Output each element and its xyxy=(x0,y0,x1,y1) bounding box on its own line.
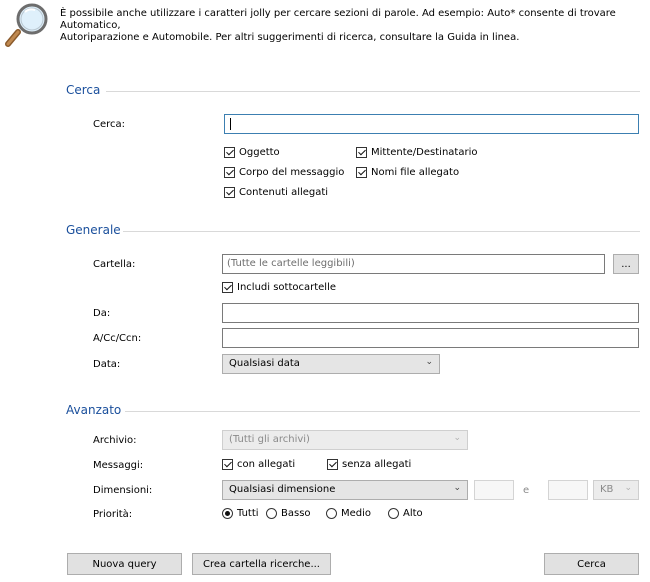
radio-priority-medio[interactable]: Medio xyxy=(326,508,371,519)
section-title-cerca: Cerca xyxy=(66,83,101,97)
search-label: Cerca: xyxy=(93,119,126,130)
size-dropdown-value: Qualsiasi dimensione xyxy=(229,484,336,495)
checkbox-label: Nomi file allegato xyxy=(371,167,460,178)
size-label: Dimensioni: xyxy=(93,485,153,496)
checkbox-oggetto[interactable]: Oggetto xyxy=(224,147,280,158)
checkbox-label: Mittente/Destinatario xyxy=(371,147,478,158)
date-dropdown[interactable]: Qualsiasi data ⌄ xyxy=(222,354,440,374)
chevron-down-icon: ⌄ xyxy=(425,357,433,367)
search-button[interactable]: Cerca xyxy=(544,553,639,575)
checkbox-senza-allegati[interactable]: senza allegati xyxy=(327,459,411,470)
checkbox-box[interactable] xyxy=(222,282,233,293)
checkbox-label: senza allegati xyxy=(342,459,412,470)
create-search-folder-button[interactable]: Crea cartella ricerche... xyxy=(192,553,331,575)
section-divider-avanzato xyxy=(125,411,640,412)
radio-button[interactable] xyxy=(388,508,399,519)
browse-folder-button[interactable]: ... xyxy=(613,254,639,274)
text-caret xyxy=(230,118,231,130)
chevron-down-icon: ⌄ xyxy=(453,433,461,443)
from-label: Da: xyxy=(93,308,111,319)
section-divider-cerca xyxy=(106,91,640,92)
radio-button[interactable] xyxy=(222,508,233,519)
priority-label: Priorità: xyxy=(93,509,133,520)
size-min-input[interactable] xyxy=(474,480,514,500)
size-dropdown[interactable]: Qualsiasi dimensione ⌄ xyxy=(222,480,468,500)
to-label: A/Cc/Ccn: xyxy=(93,333,142,344)
checkbox-corpo-messaggio[interactable]: Corpo del messaggio xyxy=(224,167,344,178)
checkbox-box[interactable] xyxy=(356,167,367,178)
checkbox-box[interactable] xyxy=(222,459,233,470)
checkbox-label: Includi sottocartelle xyxy=(237,282,337,293)
to-field[interactable] xyxy=(222,328,639,348)
folder-field[interactable]: (Tutte le cartelle leggibili) xyxy=(222,254,605,274)
archive-label: Archivio: xyxy=(93,435,137,446)
chevron-down-icon: ⌄ xyxy=(624,483,632,493)
archive-dropdown-value: (Tutti gli archivi) xyxy=(229,434,310,445)
radio-priority-tutti[interactable]: Tutti xyxy=(222,508,259,519)
checkbox-box[interactable] xyxy=(224,147,235,158)
radio-label: Alto xyxy=(403,508,423,519)
radio-label: Tutti xyxy=(237,508,259,519)
checkbox-label: con allegati xyxy=(237,459,296,470)
radio-label: Medio xyxy=(341,508,372,519)
checkbox-box[interactable] xyxy=(224,167,235,178)
messages-label: Messaggi: xyxy=(93,460,144,471)
checkbox-label: Corpo del messaggio xyxy=(239,167,345,178)
checkbox-con-allegati[interactable]: con allegati xyxy=(222,459,295,470)
search-input[interactable] xyxy=(224,114,639,134)
size-unit-value: KB xyxy=(600,484,614,495)
radio-button[interactable] xyxy=(266,508,277,519)
checkbox-nomi-file-allegato[interactable]: Nomi file allegato xyxy=(356,167,459,178)
hint-line-1: È possibile anche utilizzare i caratteri… xyxy=(60,8,616,31)
search-hint-text: È possibile anche utilizzare i caratteri… xyxy=(60,8,645,44)
checkbox-box[interactable] xyxy=(327,459,338,470)
checkbox-label: Contenuti allegati xyxy=(239,187,329,198)
radio-label: Basso xyxy=(281,508,311,519)
checkbox-box[interactable] xyxy=(356,147,367,158)
size-max-input[interactable] xyxy=(548,480,588,500)
radio-priority-basso[interactable]: Basso xyxy=(266,508,311,519)
checkbox-includi-sottocartelle[interactable]: Includi sottocartelle xyxy=(222,282,336,293)
size-and-label: e xyxy=(523,485,530,496)
radio-button[interactable] xyxy=(326,508,337,519)
magnifier-icon xyxy=(4,2,52,48)
chevron-down-icon: ⌄ xyxy=(453,483,461,493)
date-dropdown-value: Qualsiasi data xyxy=(229,358,300,369)
section-title-generale: Generale xyxy=(66,223,121,237)
section-divider-generale xyxy=(123,231,640,232)
section-title-avanzato: Avanzato xyxy=(66,403,122,417)
checkbox-box[interactable] xyxy=(224,187,235,198)
hint-line-2: Autoriparazione e Automobile. Per altri … xyxy=(60,32,520,43)
from-field[interactable] xyxy=(222,303,639,323)
checkbox-label: Oggetto xyxy=(239,147,280,158)
checkbox-contenuti-allegati[interactable]: Contenuti allegati xyxy=(224,187,328,198)
new-query-button[interactable]: Nuova query xyxy=(67,553,182,575)
size-unit-dropdown[interactable]: KB ⌄ xyxy=(593,480,639,500)
checkbox-mittente-destinatario[interactable]: Mittente/Destinatario xyxy=(356,147,477,158)
radio-priority-alto[interactable]: Alto xyxy=(388,508,423,519)
date-label: Data: xyxy=(93,359,121,370)
archive-dropdown[interactable]: (Tutti gli archivi) ⌄ xyxy=(222,430,468,450)
folder-label: Cartella: xyxy=(93,259,136,270)
